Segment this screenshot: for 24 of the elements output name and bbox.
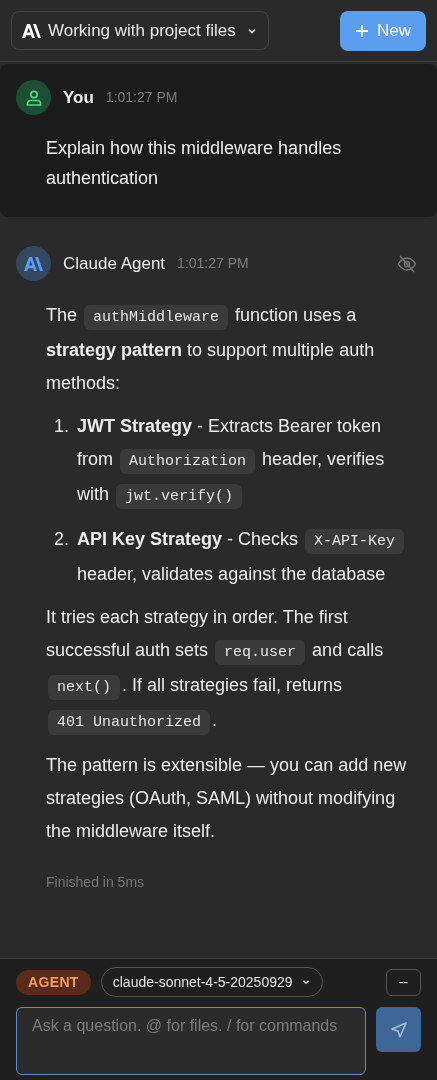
send-icon	[389, 1020, 408, 1039]
list-item-text: API Key Strategy - Checks X-API-Key header, validates against the database	[77, 523, 407, 591]
mode-badge: AGENT	[16, 969, 91, 995]
response-paragraph: The pattern is extensible — you can add new strategies (OAuth, SAML) without modifying the middleware itself.	[46, 754, 407, 843]
response-paragraph: The authMiddleware function uses a strategy pattern to support multiple auth methods:	[46, 304, 376, 395]
message-time: 1:01:27 PM	[177, 254, 249, 273]
message-text: Explain how this middleware handles authentication	[45, 137, 343, 190]
plus-icon	[355, 23, 369, 38]
author-name: You	[63, 86, 94, 109]
conversation-selector[interactable]: Working with project files	[11, 11, 269, 50]
status-text: Finished in 5ms	[46, 873, 146, 892]
option-button[interactable]: --	[386, 968, 421, 996]
author-name: Claude Agent	[63, 252, 166, 275]
agent-avatar-icon	[16, 246, 51, 281]
user-avatar-icon	[16, 80, 51, 115]
response-paragraph: It tries each strategy in order. The first successful auth sets req.user and calls next() . If all strategies fail, returns 401 Unauthorized .	[46, 601, 407, 739]
list-item-text: JWT Strategy - Extracts Bearer token from Authorization header, verifies with jwt.verify()	[77, 410, 407, 513]
message-input[interactable]: Ask a question. @ for files. / for commands	[16, 1007, 366, 1075]
eye-off-icon[interactable]	[397, 254, 417, 273]
send-button[interactable]	[376, 1007, 421, 1052]
list-number: 2.	[54, 528, 69, 551]
list-number: 1.	[54, 415, 69, 438]
message-time: 1:01:27 PM	[105, 88, 178, 107]
logo-icon	[22, 23, 42, 38]
